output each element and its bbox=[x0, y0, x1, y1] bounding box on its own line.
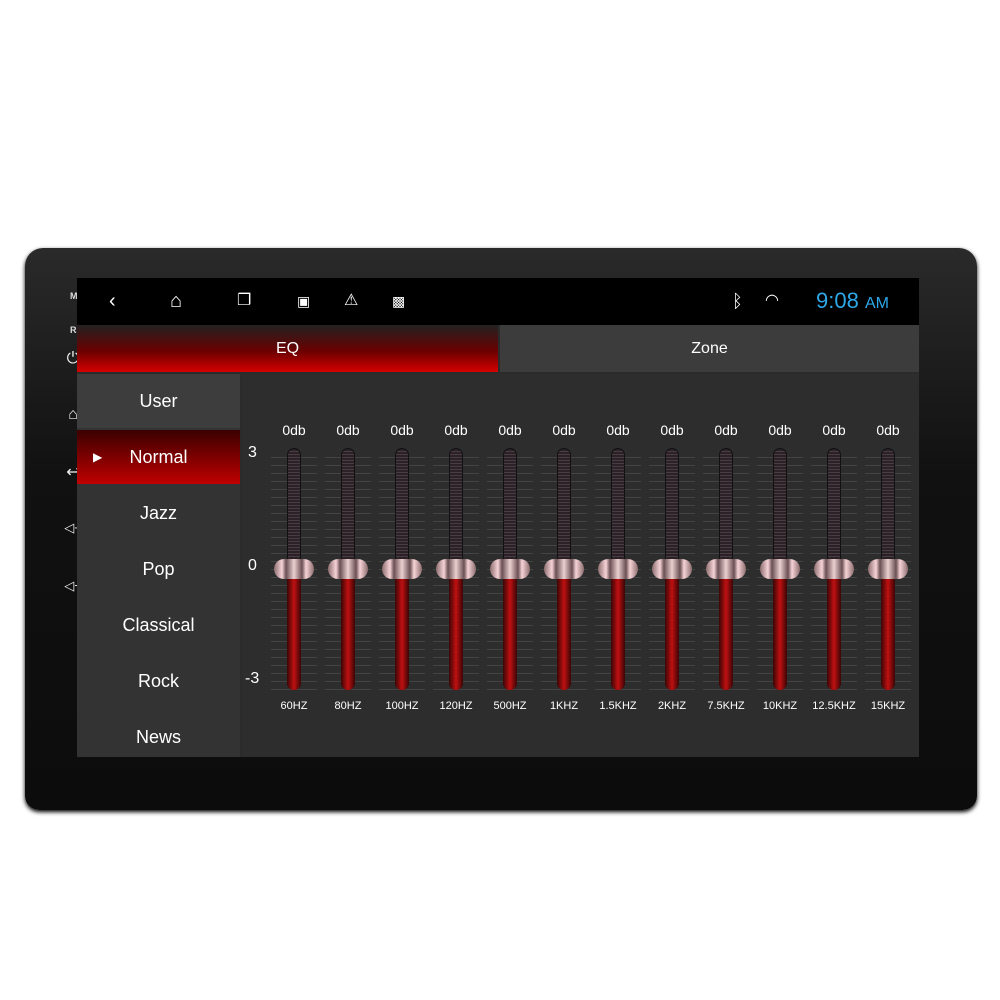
band-db-label: 0db bbox=[768, 422, 792, 438]
band-db-label: 0db bbox=[552, 422, 576, 438]
slider-fill bbox=[503, 569, 517, 690]
preset-label: Rock bbox=[137, 671, 179, 691]
band-frequency-label: 500HZ bbox=[493, 700, 527, 712]
eq-band: 0db 15KHZ bbox=[861, 374, 915, 757]
band-frequency-label: 80HZ bbox=[334, 700, 362, 712]
time: 9:08 bbox=[816, 288, 859, 313]
band-frequency-label: 120HZ bbox=[439, 700, 473, 712]
preset-list: User ▶ Normal Jazz Pop Classical Rock New… bbox=[77, 374, 240, 757]
preset-label: Normal bbox=[129, 447, 188, 467]
preset-normal[interactable]: ▶ Normal bbox=[77, 430, 240, 484]
slider-fill bbox=[395, 569, 409, 690]
slider-fill bbox=[665, 569, 679, 690]
band-db-label: 0db bbox=[498, 422, 522, 438]
slider-knob[interactable] bbox=[544, 559, 584, 579]
recent-apps-icon[interactable]: ❐ bbox=[237, 288, 251, 314]
activity-icon[interactable]: ▩ bbox=[392, 288, 405, 314]
preset-rock[interactable]: Rock bbox=[77, 654, 240, 708]
band-db-label: 0db bbox=[660, 422, 684, 438]
slider-fill bbox=[881, 569, 895, 690]
eq-band: 0db 10KHZ bbox=[753, 374, 807, 757]
eq-band: 0db 7.5KHZ bbox=[699, 374, 753, 757]
selected-arrow-icon: ▶ bbox=[93, 450, 103, 464]
band-db-label: 0db bbox=[282, 422, 306, 438]
eq-band: 0db 80HZ bbox=[321, 374, 375, 757]
slider-knob[interactable] bbox=[652, 559, 692, 579]
image-icon[interactable]: ▣ bbox=[297, 288, 310, 314]
eq-band: 0db 100HZ bbox=[375, 374, 429, 757]
slider-knob[interactable] bbox=[274, 559, 314, 579]
scale-max: 3 bbox=[248, 444, 257, 461]
slider-fill bbox=[449, 569, 463, 690]
band-frequency-label: 12.5KHZ bbox=[812, 700, 856, 712]
preset-label: Classical bbox=[122, 615, 195, 635]
scale-min: -3 bbox=[245, 670, 260, 687]
band-db-label: 0db bbox=[714, 422, 738, 438]
slider-fill bbox=[341, 569, 355, 690]
eq-band: 0db 2KHZ bbox=[645, 374, 699, 757]
preset-label: User bbox=[139, 391, 178, 411]
slider-knob[interactable] bbox=[328, 559, 368, 579]
slider-knob[interactable] bbox=[760, 559, 800, 579]
wifi-icon: ◠ bbox=[765, 292, 779, 309]
slider-knob[interactable] bbox=[490, 559, 530, 579]
band-db-label: 0db bbox=[822, 422, 846, 438]
slider-fill bbox=[773, 569, 787, 690]
slider-knob[interactable] bbox=[868, 559, 908, 579]
eq-band: 0db 500HZ bbox=[483, 374, 537, 757]
am-pm: AM bbox=[865, 295, 889, 312]
slider-knob[interactable] bbox=[814, 559, 854, 579]
tab-zone[interactable]: Zone bbox=[500, 325, 919, 372]
band-frequency-label: 10KHZ bbox=[762, 700, 798, 712]
preset-jazz[interactable]: Jazz bbox=[77, 486, 240, 540]
preset-label: News bbox=[135, 727, 181, 747]
scale-mid: 0 bbox=[248, 557, 257, 574]
band-db-label: 0db bbox=[390, 422, 414, 438]
bluetooth-icon: ᛒ bbox=[732, 291, 743, 311]
preset-pop[interactable]: Pop bbox=[77, 542, 240, 596]
equalizer-panel: 3 0 -3 0db 60HZ 0db 80HZ 0db 100HZ 0db 120H… bbox=[242, 374, 919, 757]
slider-knob[interactable] bbox=[382, 559, 422, 579]
band-frequency-label: 1KHZ bbox=[549, 700, 579, 712]
eq-band: 0db 60HZ bbox=[267, 374, 321, 757]
preset-label: Pop bbox=[142, 559, 175, 579]
band-db-label: 0db bbox=[606, 422, 630, 438]
tab-eq[interactable]: EQ bbox=[77, 325, 498, 372]
back-icon[interactable]: ‹ bbox=[109, 288, 116, 314]
slider-fill bbox=[719, 569, 733, 690]
slider-fill bbox=[827, 569, 841, 690]
slider-knob[interactable] bbox=[598, 559, 638, 579]
preset-label: Jazz bbox=[139, 503, 177, 523]
band-db-label: 0db bbox=[876, 422, 900, 438]
preset-news[interactable]: News bbox=[77, 710, 240, 757]
slider-fill bbox=[287, 569, 301, 690]
band-frequency-label: 100HZ bbox=[385, 700, 419, 712]
band-frequency-label: 15KHZ bbox=[870, 700, 906, 712]
slider-fill bbox=[557, 569, 571, 690]
slider-knob[interactable] bbox=[706, 559, 746, 579]
screen: ‹ ⌂ ❐ ▣ ⚠ ▩ ᛒ ◠ 9:08 AM EQ Zone User ▶ No… bbox=[77, 278, 919, 757]
slider-knob[interactable] bbox=[436, 559, 476, 579]
eq-band: 0db 120HZ bbox=[429, 374, 483, 757]
band-frequency-label: 60HZ bbox=[280, 700, 308, 712]
preset-user[interactable]: User bbox=[77, 374, 240, 428]
slider-fill bbox=[611, 569, 625, 690]
band-db-label: 0db bbox=[336, 422, 360, 438]
eq-band: 0db 1KHZ bbox=[537, 374, 591, 757]
preset-classical[interactable]: Classical bbox=[77, 598, 240, 652]
band-frequency-label: 1.5KHZ bbox=[599, 700, 637, 712]
status-bar: ‹ ⌂ ❐ ▣ ⚠ ▩ ᛒ ◠ 9:08 AM bbox=[77, 278, 919, 325]
band-frequency-label: 2KHZ bbox=[657, 700, 687, 712]
band-frequency-label: 7.5KHZ bbox=[707, 700, 745, 712]
home-icon[interactable]: ⌂ bbox=[170, 288, 182, 314]
warning-icon[interactable]: ⚠ bbox=[344, 288, 358, 314]
band-db-label: 0db bbox=[444, 422, 468, 438]
clock: 9:08 AM bbox=[816, 288, 889, 314]
eq-band: 0db 1.5KHZ bbox=[591, 374, 645, 757]
eq-band: 0db 12.5KHZ bbox=[807, 374, 861, 757]
